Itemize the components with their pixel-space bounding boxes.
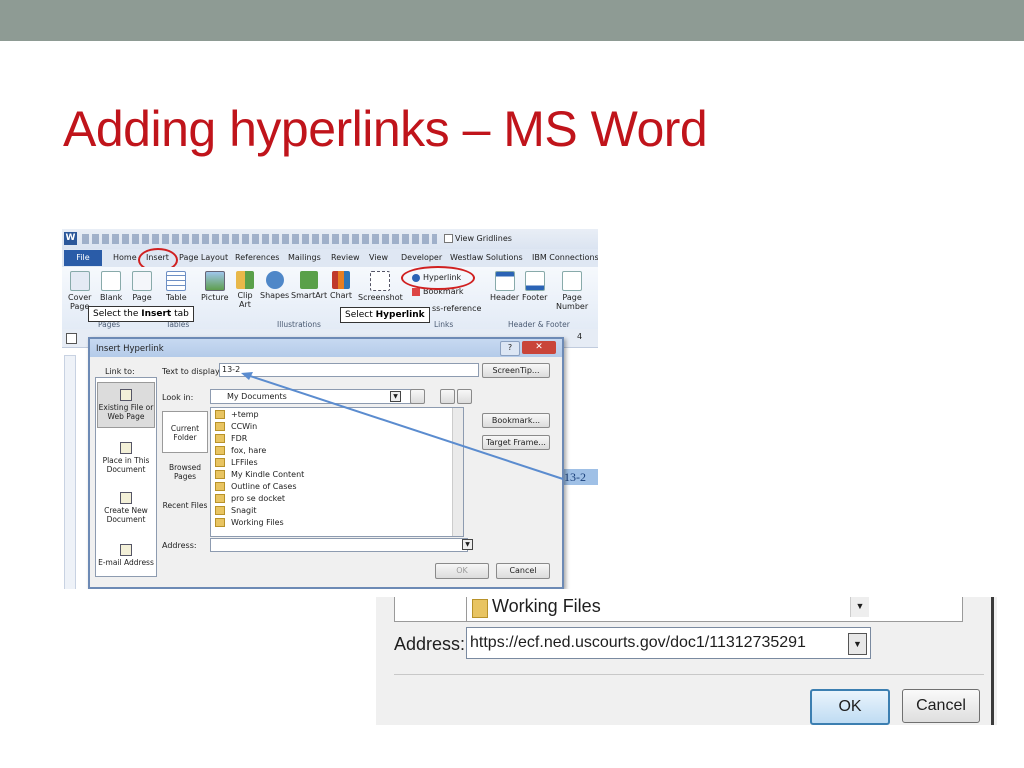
window-border [991,597,994,725]
zoomed-address-screenshot: Working Files ▼ Address: https://ecf.ned… [376,597,997,725]
address-dropdown-icon[interactable]: ▼ [848,633,867,655]
address-input-zoomed[interactable]: https://ecf.ned.uscourts.gov/doc1/113127… [466,627,871,659]
folder-icon [472,599,488,618]
cancel-button-zoomed[interactable]: Cancel [902,689,980,723]
list-item[interactable]: Working Files [492,597,601,617]
ok-button-zoomed[interactable]: OK [810,689,890,725]
divider [394,674,984,675]
scroll-down-icon[interactable]: ▼ [850,597,869,617]
address-label-zoomed: Address: [394,634,466,654]
browse-panel-zoomed [394,597,469,622]
